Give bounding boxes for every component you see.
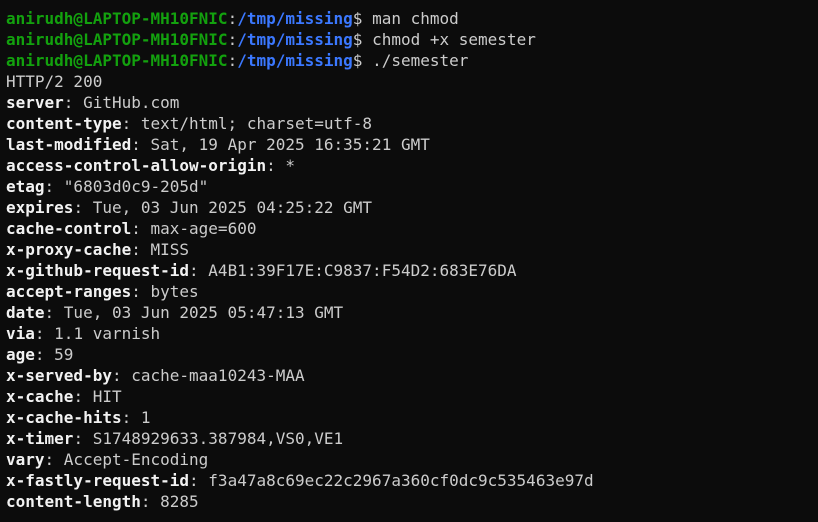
header-line: x-served-by: cache-maa10243-MAA [6, 366, 305, 385]
header-line: access-control-allow-origin: * [6, 156, 295, 175]
header-value: 1 [140, 408, 151, 427]
header-value: HIT [92, 387, 122, 406]
header-key: x-timer [6, 429, 74, 448]
header-line: server: GitHub.com [6, 93, 180, 112]
header-line: accept-ranges: bytes [6, 282, 199, 301]
prompt-path: /tmp/missing [237, 30, 353, 49]
prompt-line: anirudh@LAPTOP-MH10FNIC:/tmp/missing$ ./… [6, 50, 818, 71]
header-key: x-cache-hits [6, 408, 122, 427]
header-key: cache-control [6, 219, 132, 238]
header-value: MISS [150, 240, 190, 259]
prompt-line: anirudh@LAPTOP-MH10FNIC:/tmp/missing$ ma… [6, 8, 818, 29]
header-value: cache-maa10243-MAA [131, 366, 305, 385]
header-value: "6803d0c9-205d" [63, 177, 209, 196]
header-line: last-modified: Sat, 19 Apr 2025 16:35:21… [6, 135, 430, 154]
header-key: age [6, 345, 35, 364]
header-value: GitHub.com [83, 93, 180, 112]
header-line: content-length: 8285 [6, 492, 199, 511]
header-key: server [6, 93, 64, 112]
header-value: bytes [150, 282, 199, 301]
header-value: text/html; charset=utf-8 [140, 114, 373, 133]
header-value: Tue, 03 Jun 2025 04:25:22 GMT [92, 198, 373, 217]
prompt-user-host: anirudh@LAPTOP-MH10FNIC [6, 30, 228, 49]
header-line: vary: Accept-Encoding [6, 450, 209, 469]
header-key: x-fastly-request-id [6, 471, 190, 490]
terminal-window[interactable]: anirudh@LAPTOP-MH10FNIC:/tmp/missing$ ma… [0, 0, 818, 522]
header-key: x-github-request-id [6, 261, 190, 280]
header-key: vary [6, 450, 45, 469]
header-key: x-cache [6, 387, 74, 406]
header-value: 59 [54, 345, 74, 364]
header-key: x-proxy-cache [6, 240, 132, 259]
command-text[interactable]: ./semester [372, 51, 468, 70]
header-value: * [285, 156, 295, 175]
header-value: Sat, 19 Apr 2025 16:35:21 GMT [150, 135, 430, 154]
http-headers-output: server: GitHub.com content-type: text/ht… [6, 92, 818, 512]
http-status-line: HTTP/2 200 [6, 72, 103, 91]
header-line: etag: "6803d0c9-205d" [6, 177, 209, 196]
header-line: cache-control: max-age=600 [6, 219, 257, 238]
command-text[interactable]: man chmod [372, 9, 459, 28]
header-line: x-proxy-cache: MISS [6, 240, 190, 259]
header-value: S1748929633.387984,VS0,VE1 [92, 429, 344, 448]
header-key: content-length [6, 492, 141, 511]
header-key: date [6, 303, 45, 322]
prompt-path: /tmp/missing [237, 9, 353, 28]
header-line: x-github-request-id: A4B1:39F17E:C9837:F… [6, 261, 517, 280]
header-line: x-cache: HIT [6, 387, 122, 406]
header-line: age: 59 [6, 345, 74, 364]
header-value: 8285 [160, 492, 199, 511]
prompt-separator: : [227, 9, 238, 28]
prompt-symbol: $ [352, 51, 363, 70]
header-key: access-control-allow-origin [6, 156, 267, 175]
header-line: x-fastly-request-id: f3a47a8c69ec22c2967… [6, 471, 594, 490]
prompt-symbol: $ [352, 30, 363, 49]
header-key: content-type [6, 114, 122, 133]
header-key: etag [6, 177, 45, 196]
header-line: x-timer: S1748929633.387984,VS0,VE1 [6, 429, 344, 448]
header-key: x-served-by [6, 366, 112, 385]
header-line: date: Tue, 03 Jun 2025 05:47:13 GMT [6, 303, 344, 322]
prompt-symbol: $ [352, 9, 363, 28]
header-key: accept-ranges [6, 282, 132, 301]
prompt-user-host: anirudh@LAPTOP-MH10FNIC [6, 9, 228, 28]
prompt-separator: : [227, 30, 238, 49]
prompt-user-host: anirudh@LAPTOP-MH10FNIC [6, 51, 228, 70]
header-key: last-modified [6, 135, 132, 154]
prompt-path: /tmp/missing [237, 51, 353, 70]
header-key: via [6, 324, 35, 343]
header-value: Tue, 03 Jun 2025 05:47:13 GMT [63, 303, 344, 322]
header-value: max-age=600 [150, 219, 257, 238]
header-value: Accept-Encoding [63, 450, 209, 469]
header-line: content-type: text/html; charset=utf-8 [6, 114, 373, 133]
header-line: expires: Tue, 03 Jun 2025 04:25:22 GMT [6, 198, 373, 217]
header-value: 1.1 varnish [54, 324, 161, 343]
header-value: A4B1:39F17E:C9837:F54D2:683E76DA [208, 261, 517, 280]
prompt-separator: : [227, 51, 238, 70]
header-line: x-cache-hits: 1 [6, 408, 151, 427]
prompt-line: anirudh@LAPTOP-MH10FNIC:/tmp/missing$ ch… [6, 29, 818, 50]
header-value: f3a47a8c69ec22c2967a360cf0dc9c535463e97d [208, 471, 594, 490]
header-line: via: 1.1 varnish [6, 324, 161, 343]
command-text[interactable]: chmod +x semester [372, 30, 536, 49]
header-key: expires [6, 198, 74, 217]
